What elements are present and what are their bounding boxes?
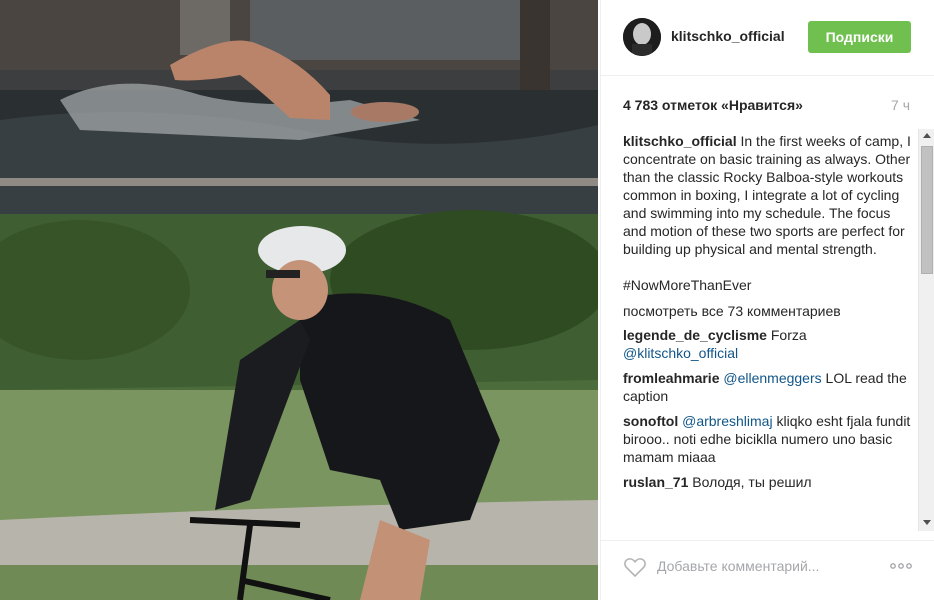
follow-button[interactable]: Подписки <box>808 21 911 53</box>
comment-item: ruslan_71 Володя, ты решил <box>623 473 913 491</box>
header-username[interactable]: klitschko_official <box>671 28 785 44</box>
comment-username[interactable]: sonoftol <box>623 413 678 429</box>
scrollbar-thumb[interactable] <box>921 146 933 274</box>
caption: klitschko_official In the first weeks of… <box>623 132 913 258</box>
comment-input[interactable] <box>657 555 877 577</box>
comment-username[interactable]: fromleahmarie <box>623 370 719 386</box>
caption-text: In the first weeks of camp, I concentrat… <box>623 133 911 257</box>
view-all-comments-link[interactable]: посмотреть все 73 комментариев <box>623 302 913 320</box>
post-header: klitschko_official Подписки <box>601 0 934 76</box>
heart-icon[interactable] <box>623 556 647 578</box>
scroll-up-arrow-icon[interactable] <box>919 129 934 144</box>
avatar[interactable] <box>623 18 661 56</box>
scroll-down-arrow-icon[interactable] <box>919 516 934 531</box>
post-panel: klitschko_official Подписки 4 783 отмето… <box>600 0 934 600</box>
post-time[interactable]: 7 ч <box>891 97 910 113</box>
comment-username[interactable]: ruslan_71 <box>623 474 688 490</box>
comment-item: sonoftol @arbreshlimaj kliqko esht fjala… <box>623 412 913 466</box>
comments-feed[interactable]: klitschko_official In the first weeks of… <box>623 132 913 530</box>
comment-mention[interactable]: @arbreshlimaj <box>682 413 772 429</box>
likes-count[interactable]: 4 783 отметок «Нравится» <box>623 97 803 113</box>
caption-username[interactable]: klitschko_official <box>623 133 737 149</box>
comment-bar <box>601 540 934 600</box>
comment-mention[interactable]: @klitschko_official <box>623 345 738 361</box>
comment-item: legende_de_cyclisme Forza @klitschko_off… <box>623 326 913 362</box>
comment-text: Forza <box>770 327 807 343</box>
post-photo[interactable] <box>0 0 598 600</box>
comment-text: Володя, ты решил <box>692 474 812 490</box>
comment-username[interactable]: legende_de_cyclisme <box>623 327 767 343</box>
hashtag-link[interactable]: #NowMoreThanEver <box>623 276 913 294</box>
comment-mention[interactable]: @ellenmeggers <box>723 370 821 386</box>
comments-scrollbar[interactable] <box>918 129 934 531</box>
comment-item: fromleahmarie @ellenmeggers LOL read the… <box>623 369 913 405</box>
more-options-icon[interactable] <box>889 559 913 573</box>
